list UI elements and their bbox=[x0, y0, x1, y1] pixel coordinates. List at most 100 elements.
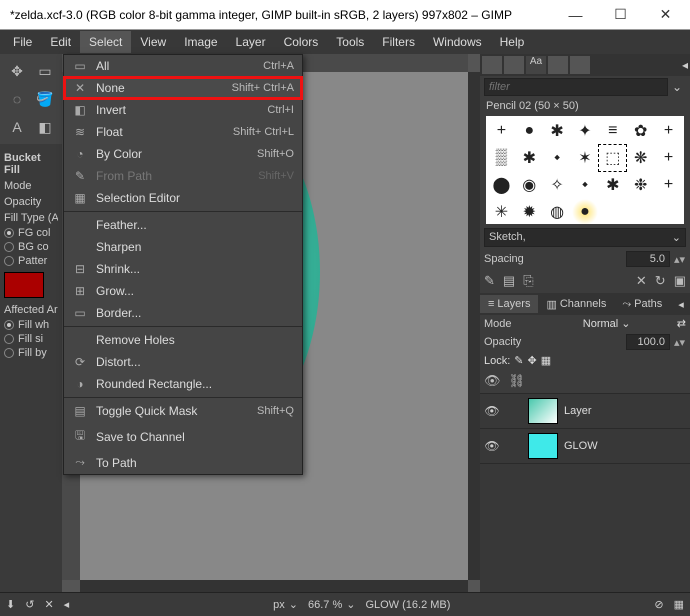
layer-row[interactable]: 👁 GLOW bbox=[480, 429, 690, 464]
status-reset-icon[interactable]: ↺ bbox=[25, 598, 34, 611]
status-layer: GLOW (16.2 MB) bbox=[365, 599, 450, 611]
menu-edit[interactable]: Edit bbox=[41, 31, 80, 53]
dock-tab[interactable] bbox=[504, 56, 524, 74]
status-down-icon[interactable]: ⬇ bbox=[6, 598, 15, 611]
dock-tab[interactable] bbox=[482, 56, 502, 74]
dock-menu-icon[interactable]: ◂ bbox=[682, 58, 688, 72]
spacing-stepper[interactable]: ▴▾ bbox=[674, 253, 686, 266]
lock-position-icon[interactable]: ✥ bbox=[528, 354, 537, 367]
menu-item-none[interactable]: ✕NoneShift+ Ctrl+A bbox=[64, 77, 302, 99]
lock-pixels-icon[interactable]: ✎ bbox=[514, 354, 523, 367]
edit-brush-icon[interactable]: ✎ bbox=[484, 273, 495, 289]
link-icon[interactable]: ⛓ bbox=[509, 373, 526, 389]
tool-text[interactable]: A bbox=[4, 114, 30, 140]
zoom-select[interactable]: 66.7 % ⌄ bbox=[308, 598, 355, 611]
menu-layer[interactable]: Layer bbox=[227, 31, 275, 53]
new-brush-icon[interactable]: ▤ bbox=[503, 273, 515, 289]
scrollbar-horizontal[interactable] bbox=[80, 580, 468, 592]
layer-name[interactable]: GLOW bbox=[564, 440, 686, 452]
refresh-brush-icon[interactable]: ↻ bbox=[655, 273, 666, 289]
tab-paths[interactable]: ⤳Paths bbox=[614, 295, 670, 314]
lock-label: Lock: bbox=[484, 355, 510, 367]
menu-item-to-path[interactable]: ⤳To Path bbox=[64, 451, 302, 474]
menu-item-shrink-[interactable]: ⊟Shrink... bbox=[64, 258, 302, 280]
menu-item-shortcut: Shift+O bbox=[257, 148, 294, 160]
tool-rect-select[interactable]: ▭ bbox=[32, 58, 58, 84]
close-button[interactable]: ✕ bbox=[643, 0, 688, 30]
menu-item-remove-holes[interactable]: Remove Holes bbox=[64, 329, 302, 351]
menu-item-by-color[interactable]: ◔By ColorShift+O bbox=[64, 143, 302, 165]
layer-mode-select[interactable]: Normal ⌄ bbox=[583, 317, 673, 330]
menu-select[interactable]: Select bbox=[80, 31, 131, 53]
scrollbar-vertical[interactable] bbox=[468, 72, 480, 580]
chevron-down-icon[interactable]: ⌄ bbox=[668, 80, 686, 94]
fg-radio[interactable]: FG col bbox=[4, 226, 58, 240]
fill-whole-radio[interactable]: Fill wh bbox=[4, 318, 58, 332]
menu-file[interactable]: File bbox=[4, 31, 41, 53]
menu-item-selection-editor[interactable]: ▦Selection Editor bbox=[64, 187, 302, 209]
tool-bucket[interactable]: 🪣 bbox=[32, 86, 58, 112]
menu-item-toggle-quick-mask[interactable]: ▤Toggle Quick MaskShift+Q bbox=[64, 400, 302, 422]
menu-item-distort-[interactable]: ⟳Distort... bbox=[64, 351, 302, 373]
menu-view[interactable]: View bbox=[131, 31, 175, 53]
brush-filter-input[interactable] bbox=[484, 78, 668, 96]
menu-item-feather-[interactable]: Feather... bbox=[64, 214, 302, 236]
menu-item-label: All bbox=[96, 59, 255, 73]
duplicate-brush-icon[interactable]: ⎘ bbox=[523, 273, 533, 289]
tab-channels[interactable]: ▥Channels bbox=[538, 295, 614, 314]
spacing-value[interactable]: 5.0 bbox=[626, 251, 670, 267]
menu-colors[interactable]: Colors bbox=[275, 31, 328, 53]
mode-switch-icon[interactable]: ⇄ bbox=[677, 317, 686, 330]
status-delete-icon[interactable]: ✕ bbox=[44, 598, 53, 611]
fill-by-radio[interactable]: Fill by bbox=[4, 346, 58, 360]
layer-row[interactable]: 👁 Layer bbox=[480, 394, 690, 429]
statusbar: ⬇ ↺ ✕ ◂ px ⌄ 66.7 % ⌄ GLOW (16.2 MB) ⊘ ▦ bbox=[0, 592, 690, 616]
tool-move[interactable]: ✥ bbox=[4, 58, 30, 84]
dock-tab[interactable] bbox=[570, 56, 590, 74]
eye-icon[interactable]: 👁 bbox=[484, 439, 500, 453]
status-cancel-icon[interactable]: ⊘ bbox=[654, 598, 663, 611]
layer-name[interactable]: Layer bbox=[564, 405, 686, 417]
menu-item-grow-[interactable]: ⊞Grow... bbox=[64, 280, 302, 302]
menu-tools[interactable]: Tools bbox=[327, 31, 373, 53]
menu-item-rounded-rectangle-[interactable]: ◑Rounded Rectangle... bbox=[64, 373, 302, 395]
menu-item-border-[interactable]: ▭Border... bbox=[64, 302, 302, 324]
lock-alpha-icon[interactable]: ▦ bbox=[541, 354, 551, 367]
menu-item-sharpen[interactable]: Sharpen bbox=[64, 236, 302, 258]
open-brush-icon[interactable]: ▣ bbox=[674, 273, 686, 289]
tab-layers[interactable]: ≡Layers bbox=[480, 295, 538, 313]
eye-icon[interactable]: 👁 bbox=[484, 373, 501, 389]
dock-tab[interactable] bbox=[548, 56, 568, 74]
menu-filters[interactable]: Filters bbox=[373, 31, 424, 53]
status-nav-icon[interactable]: ▦ bbox=[674, 598, 684, 611]
unit-select[interactable]: px ⌄ bbox=[273, 598, 298, 611]
menu-item-invert[interactable]: ◧InvertCtrl+I bbox=[64, 99, 302, 121]
dock-tab[interactable]: Aa bbox=[526, 56, 546, 74]
status-menu-icon[interactable]: ◂ bbox=[64, 598, 70, 611]
eye-icon[interactable]: 👁 bbox=[484, 404, 500, 418]
bg-radio[interactable]: BG co bbox=[4, 240, 58, 254]
brush-preset-select[interactable]: Sketch,⌄ bbox=[484, 228, 686, 247]
menu-image[interactable]: Image bbox=[175, 31, 226, 53]
tool-color-picker[interactable]: ◧ bbox=[32, 114, 58, 140]
tab-menu-icon[interactable]: ◂ bbox=[670, 295, 690, 314]
tool-free-select[interactable]: ◌ bbox=[4, 86, 30, 112]
menu-item-float[interactable]: ≋FloatShift+ Ctrl+L bbox=[64, 121, 302, 143]
fill-similar-radio[interactable]: Fill si bbox=[4, 332, 58, 346]
minimize-button[interactable]: — bbox=[553, 0, 598, 30]
pattern-swatch[interactable] bbox=[4, 272, 44, 298]
layer-opacity-value[interactable]: 100.0 bbox=[626, 334, 670, 350]
opacity-stepper[interactable]: ▴▾ bbox=[674, 336, 686, 349]
window-title: *zelda.xcf-3.0 (RGB color 8-bit gamma in… bbox=[2, 8, 512, 22]
delete-brush-icon[interactable]: ✕ bbox=[636, 273, 647, 289]
menu-item-icon: ▦ bbox=[72, 191, 88, 205]
menu-help[interactable]: Help bbox=[491, 31, 534, 53]
brush-action-row: ✎ ▤ ⎘ ✕ ↻ ▣ bbox=[480, 269, 690, 293]
brush-grid[interactable]: +●✱✦≡✿+ ▒✱⬩✶⬚❋+ ⬤◉✧⬩✱❉+ ✳✹◍● bbox=[486, 116, 684, 224]
menu-windows[interactable]: Windows bbox=[424, 31, 491, 53]
maximize-button[interactable]: ☐ bbox=[598, 0, 643, 30]
menu-item-save-to-channel[interactable]: 🖫Save to Channel bbox=[64, 422, 302, 451]
menu-item-all[interactable]: ▭AllCtrl+A bbox=[64, 55, 302, 77]
menu-item-icon: ⤳ bbox=[72, 455, 88, 470]
pattern-radio[interactable]: Patter bbox=[4, 254, 58, 268]
